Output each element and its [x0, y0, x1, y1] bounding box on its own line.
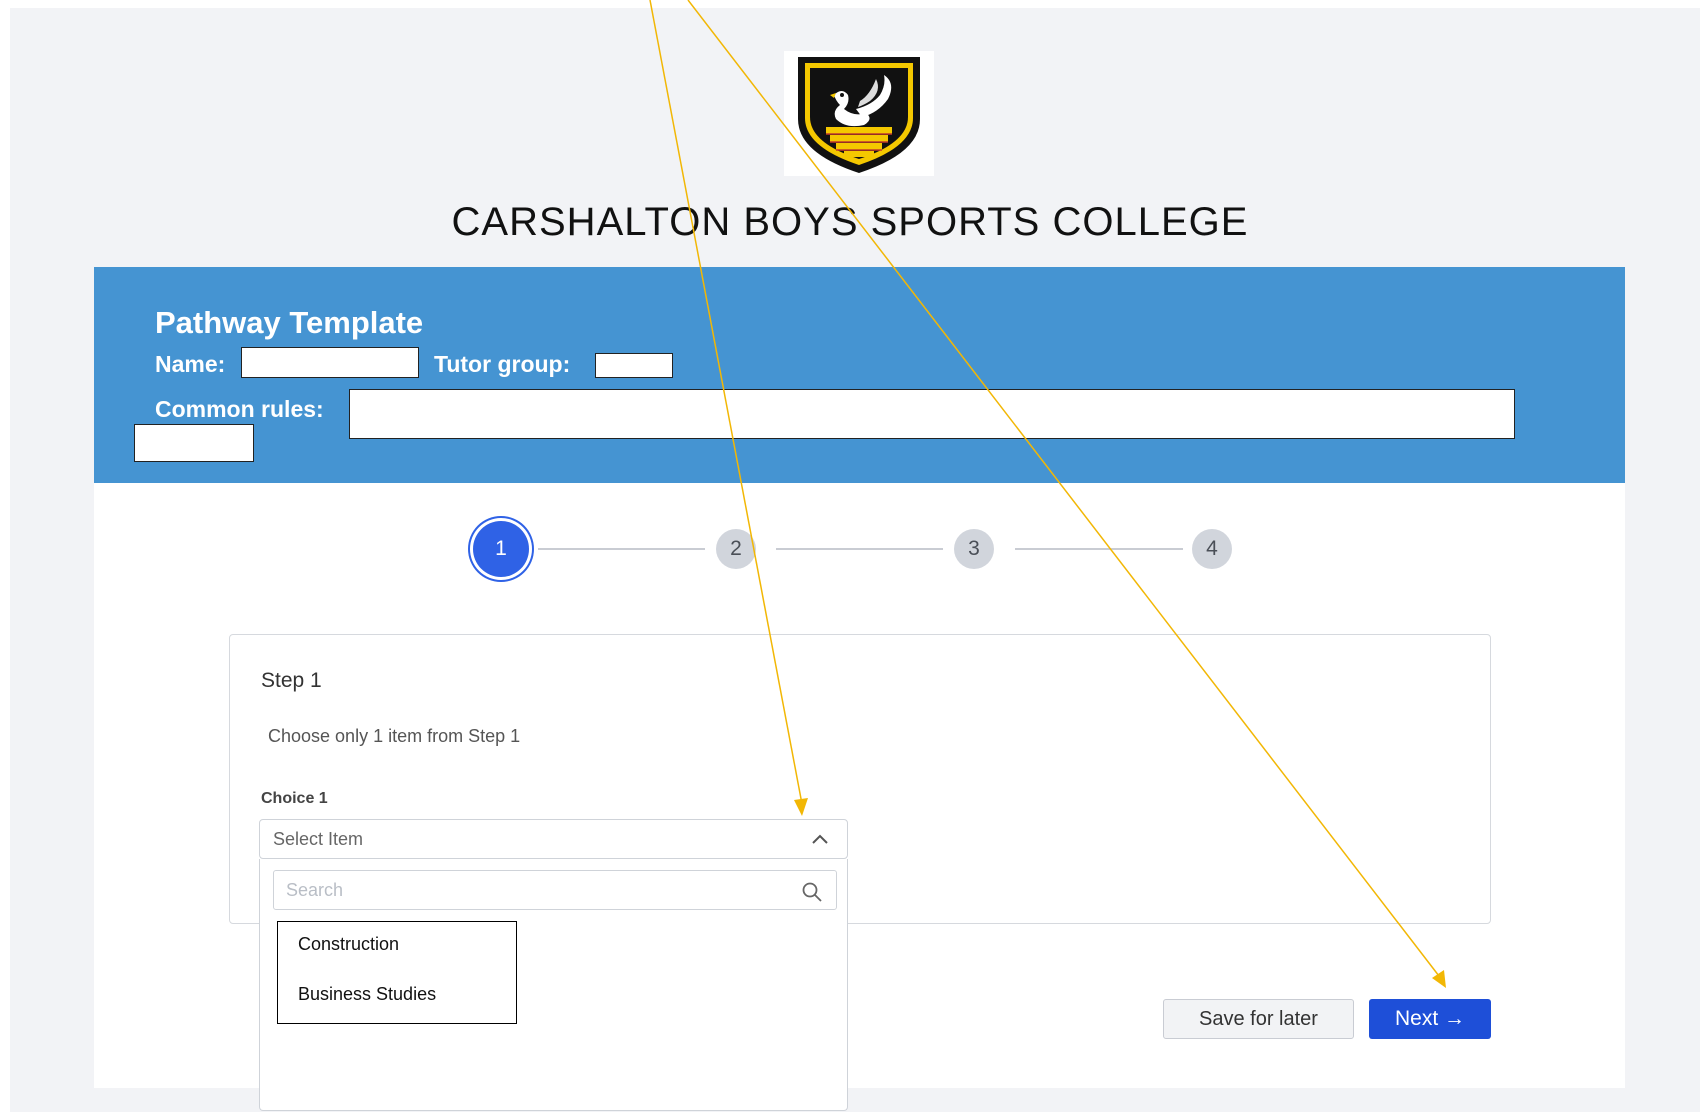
step-instruction: Choose only 1 item from Step 1	[268, 726, 521, 746]
choice-dropdown: Construction Business Studies	[259, 859, 848, 1111]
next-button[interactable]: Next →	[1369, 999, 1491, 1039]
pathway-content: 1 2 3 4 Step 1 Choose only 1 item from S…	[94, 483, 1625, 1111]
college-crest-logo	[784, 51, 934, 176]
additional-field[interactable]	[134, 424, 254, 462]
choice-label: Choice 1	[261, 790, 328, 807]
common-rules-label: Common rules:	[155, 396, 324, 422]
tutor-group-field[interactable]	[595, 353, 673, 378]
pathway-title: Pathway Template	[155, 305, 424, 340]
name-label: Name:	[155, 351, 226, 377]
option-business-studies[interactable]: Business Studies	[298, 984, 436, 1005]
search-input[interactable]	[273, 870, 837, 910]
choice-select[interactable]: Select Item	[259, 819, 848, 859]
option-construction[interactable]: Construction	[298, 934, 399, 955]
step-connector	[538, 548, 705, 550]
pathway-header: Pathway Template Name: Tutor group: Comm…	[94, 267, 1625, 483]
step-2-indicator[interactable]: 2	[716, 529, 756, 569]
chevron-up-icon[interactable]	[811, 832, 829, 846]
save-for-later-button[interactable]: Save for later	[1163, 999, 1354, 1039]
select-value: Select Item	[273, 829, 364, 849]
step-connector	[1015, 548, 1183, 550]
name-field[interactable]	[241, 347, 419, 378]
stepper: 1 2 3 4	[94, 483, 1625, 603]
step-connector	[776, 548, 943, 550]
common-rules-field[interactable]	[349, 389, 1515, 439]
tutor-group-label: Tutor group:	[434, 351, 571, 377]
step-4-indicator[interactable]: 4	[1192, 529, 1232, 569]
college-name: CARSHALTON BOYS SPORTS COLLEGE	[451, 200, 1249, 244]
options-list: Construction Business Studies	[277, 921, 517, 1024]
step-3-indicator[interactable]: 3	[954, 529, 994, 569]
search-icon	[802, 882, 822, 902]
step-1-indicator[interactable]: 1	[473, 521, 529, 577]
step-title: Step 1	[261, 669, 322, 692]
